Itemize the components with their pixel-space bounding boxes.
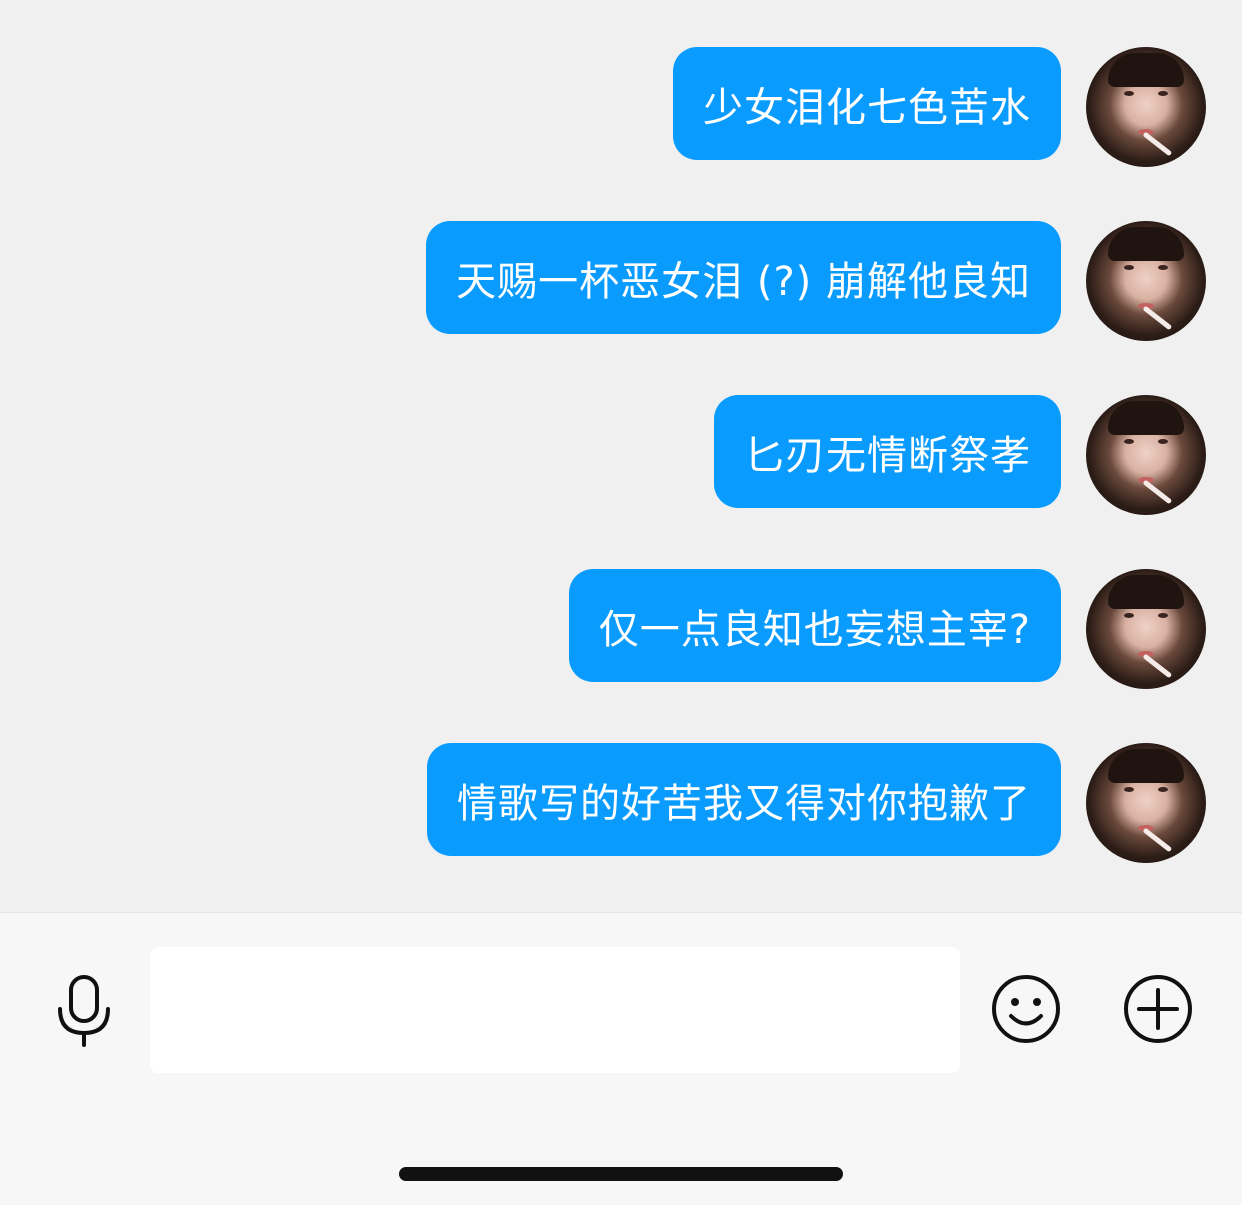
smiley-icon[interactable] bbox=[990, 973, 1062, 1045]
home-indicator bbox=[399, 1167, 843, 1181]
avatar[interactable] bbox=[1086, 743, 1206, 863]
microphone-icon[interactable] bbox=[54, 973, 114, 1049]
avatar[interactable] bbox=[1086, 395, 1206, 515]
plus-circle-icon[interactable] bbox=[1122, 973, 1194, 1045]
message-input[interactable] bbox=[150, 947, 960, 1073]
message-row: 天赐一杯恶女泪 (?) 崩解他良知 bbox=[0, 221, 1242, 341]
message-text: 仅一点良知也妄想主宰? bbox=[598, 606, 1031, 653]
message-bubble[interactable]: 匕刃无情断祭孝 bbox=[714, 395, 1061, 508]
message-text: 情歌写的好苦我又得对你抱歉了 bbox=[457, 780, 1031, 827]
message-bubble[interactable]: 天赐一杯恶女泪 (?) 崩解他良知 bbox=[426, 221, 1061, 334]
message-text: 匕刃无情断祭孝 bbox=[744, 432, 1031, 479]
message-row: 仅一点良知也妄想主宰? bbox=[0, 569, 1242, 689]
avatar[interactable] bbox=[1086, 569, 1206, 689]
message-bubble[interactable]: 少女泪化七色苦水 bbox=[673, 47, 1061, 160]
message-row: 情歌写的好苦我又得对你抱歉了 bbox=[0, 743, 1242, 863]
message-bubble[interactable]: 情歌写的好苦我又得对你抱歉了 bbox=[427, 743, 1061, 856]
chat-area: 少女泪化七色苦水 天赐一杯恶女泪 (?) 崩解他良知 匕刃无情断祭孝 仅一点良知… bbox=[0, 0, 1242, 912]
avatar[interactable] bbox=[1086, 47, 1206, 167]
message-composer bbox=[0, 912, 1242, 1205]
message-row: 匕刃无情断祭孝 bbox=[0, 395, 1242, 515]
message-text: 天赐一杯恶女泪 (?) 崩解他良知 bbox=[456, 258, 1031, 305]
message-text: 少女泪化七色苦水 bbox=[703, 84, 1031, 131]
message-row: 少女泪化七色苦水 bbox=[0, 47, 1242, 167]
message-bubble[interactable]: 仅一点良知也妄想主宰? bbox=[568, 569, 1061, 682]
avatar[interactable] bbox=[1086, 221, 1206, 341]
